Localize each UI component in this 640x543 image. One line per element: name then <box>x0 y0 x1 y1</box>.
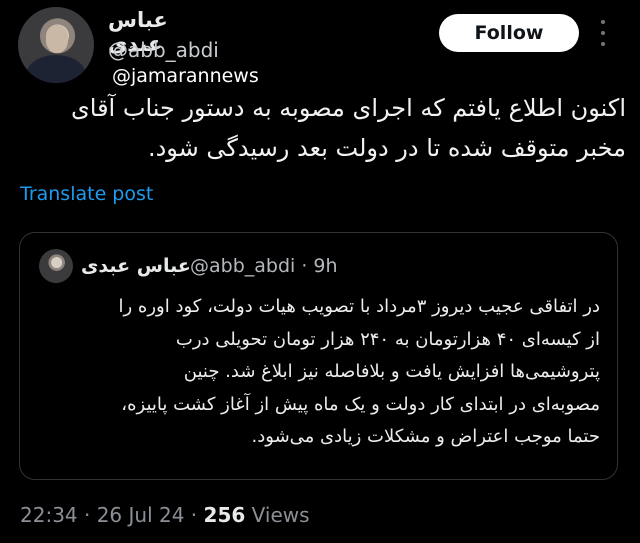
post-datetime[interactable]: 22:34 · 26 Jul 24 · <box>20 503 204 527</box>
mention-link[interactable]: @jamarannews <box>112 65 259 87</box>
avatar-shoulders <box>26 55 86 83</box>
quoted-post-card[interactable]: عباس عبدی @abb_abdi · 9h در اتفاقی عجیب … <box>19 232 618 480</box>
more-options-icon[interactable] <box>599 20 607 46</box>
dot <box>601 31 605 35</box>
quoted-author-name: عباس عبدی <box>81 255 191 277</box>
views-label: Views <box>245 503 310 527</box>
quoted-author-handle-time: @abb_abdi · 9h <box>190 255 338 277</box>
tweet-text: اکنون اطلاع یافتم که اجرای مصوبه به دستو… <box>30 88 626 168</box>
dot <box>601 20 605 24</box>
quote-line: در اتفاقی عجیب دیروز ۳مرداد با تصویب هیا… <box>118 296 600 317</box>
quote-line: حتما موجب اعتراض و مشکلات زیادی می‌شود. <box>251 426 600 447</box>
quoted-author-avatar <box>39 249 73 283</box>
views-count: 256 <box>203 503 246 527</box>
quote-line: از کیسه‌ای ۴۰ هزارتومان به ۲۴۰ هزار توما… <box>175 328 600 350</box>
quote-line: مصوبه‌ای در ابتدای کار دولت و یک ماه پیش… <box>121 393 600 415</box>
tweet-line: مخبر متوقف شده تا در دولت بعد رسیدگی شود… <box>147 134 626 162</box>
dot <box>601 42 605 46</box>
translate-post-link[interactable]: Translate post <box>20 183 153 205</box>
follow-button[interactable]: Follow <box>439 14 579 52</box>
author-handle[interactable]: @abb_abdi <box>108 38 219 62</box>
quote-line: پتروشیمی‌ها افزایش یافت و بلافاصله نیز ا… <box>183 361 600 382</box>
author-avatar[interactable] <box>18 7 94 83</box>
avatar-face <box>46 25 68 53</box>
quoted-post-text: در اتفاقی عجیب دیروز ۳مرداد با تصویب هیا… <box>30 291 600 454</box>
tweet-line: اکنون اطلاع یافتم که اجرای مصوبه به دستو… <box>70 94 626 122</box>
post-metadata: 22:34 · 26 Jul 24 · 256 Views <box>20 503 310 527</box>
